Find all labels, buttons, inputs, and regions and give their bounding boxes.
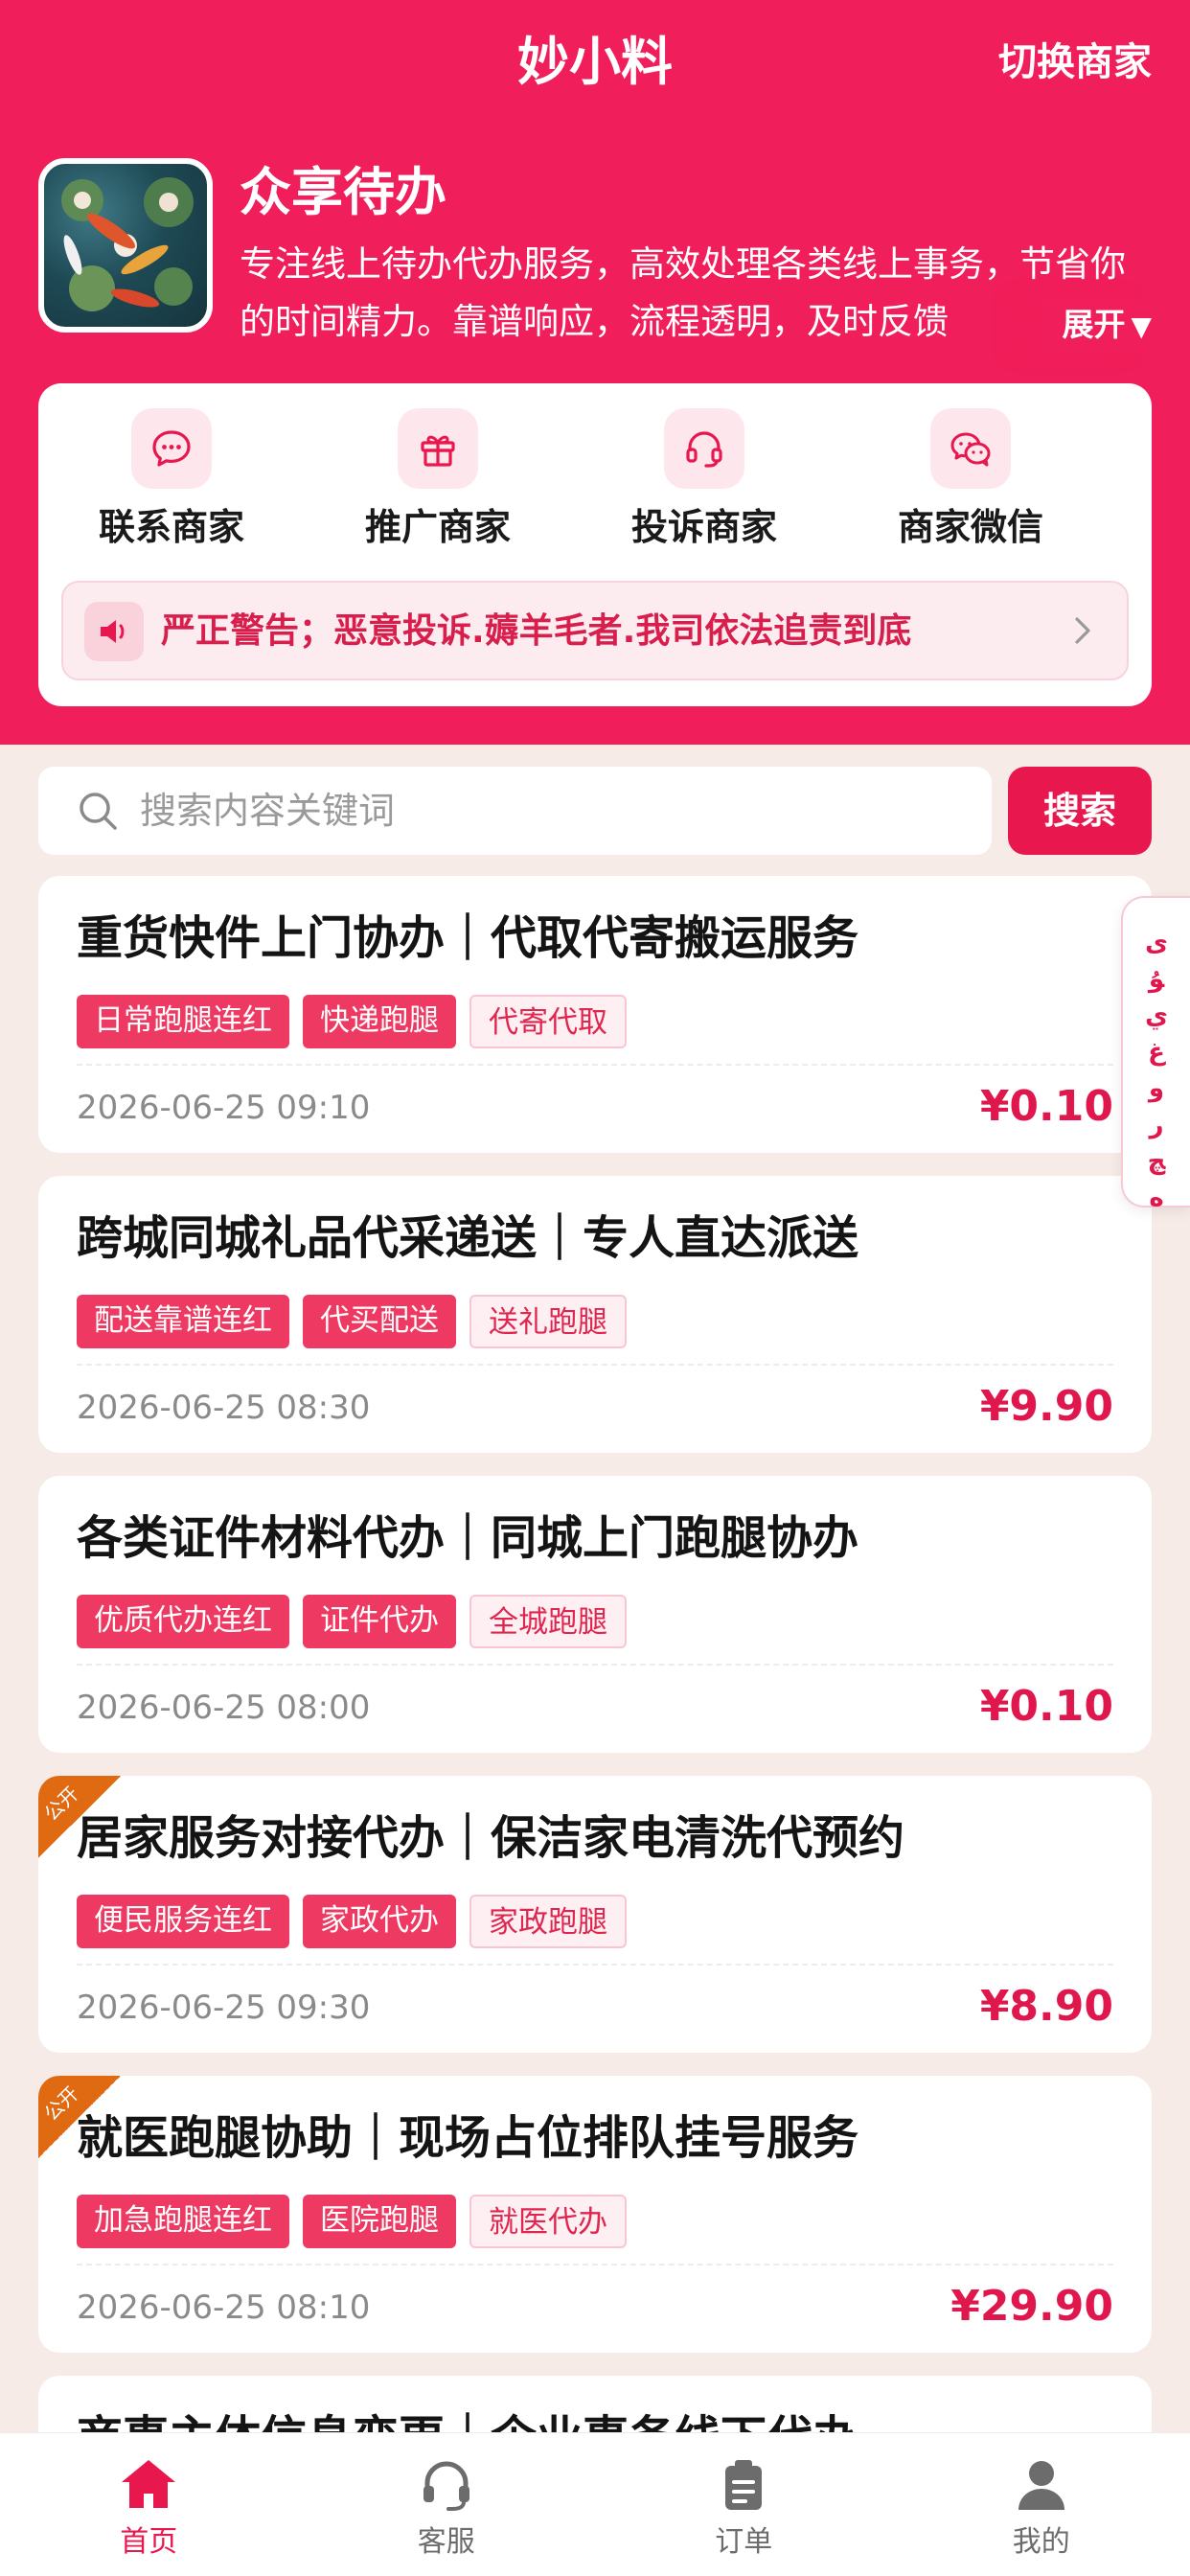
tab-label: 订单: [715, 2525, 773, 2559]
chat-bubble-icon: [131, 408, 212, 489]
side-float-glyph: ﻩ: [1149, 1184, 1164, 1212]
listing-tag: 就医代办: [469, 2195, 627, 2248]
listing-tag: 家政代办: [303, 1895, 456, 1948]
tab-orders[interactable]: 订单: [595, 2433, 893, 2576]
listing-card[interactable]: 跨城同城礼品代采递送｜专人直达派送 配送靠谱连红 代买配送 送礼跑腿 2026-…: [38, 1176, 1152, 1453]
triangle-down-icon: ▼: [1131, 310, 1152, 342]
bottom-tab-bar: 首页 客服 订单 我的: [0, 2432, 1190, 2576]
listing-time: 2026-06-25 08:10: [77, 2288, 371, 2327]
header-banner: 妙小料 切换商家 众享待办 专注线上待办代办服务，高效处理各类线上事务，节省你的…: [0, 0, 1190, 745]
side-float-glyph: ﺭ: [1149, 1111, 1164, 1139]
gift-icon: [398, 408, 478, 489]
koi-pond-image: [61, 177, 194, 311]
tab-label: 首页: [120, 2525, 178, 2559]
listing-tag: 便民服务连红: [77, 1895, 289, 1948]
listing-tag: 代寄代取: [469, 995, 627, 1048]
complain-merchant-button[interactable]: 投诉商家: [584, 408, 824, 552]
side-float-button[interactable]: ﻯ ﯘ ﻱ ﻍ ﻭ ﺭ ﭻ ﻩ: [1121, 896, 1190, 1212]
listing-price: ¥8.90: [979, 1982, 1113, 2031]
side-float-glyph: ﻯ: [1145, 929, 1168, 957]
listing-title: 跨城同城礼品代采递送｜专人直达派送: [77, 1211, 859, 1265]
listing-tags: 便民服务连红 家政代办 家政跑腿: [77, 1895, 640, 1948]
home-icon: [122, 2460, 176, 2508]
side-float-glyph: ﯘ: [1148, 965, 1165, 994]
side-float-text: ﻯ ﯘ ﻱ ﻍ ﻭ ﺭ ﭻ ﻩ: [1123, 925, 1190, 1216]
divider: [77, 1964, 1113, 1966]
listing-price: ¥0.10: [979, 1082, 1113, 1131]
listing-tag: 日常跑腿连红: [77, 995, 289, 1048]
search-button[interactable]: 搜索: [1008, 767, 1152, 855]
listing-tags: 优质代办连红 证件代办 全城跑腿: [77, 1595, 640, 1648]
divider: [77, 1064, 1113, 1066]
listing-tag: 优质代办连红: [77, 1595, 289, 1648]
listing-card[interactable]: 各类证件材料代办｜同城上门跑腿协办 优质代办连红 证件代办 全城跑腿 2026-…: [38, 1476, 1152, 1753]
merchant-wechat-button[interactable]: 商家微信: [851, 408, 1090, 552]
listing-price: ¥9.90: [979, 1382, 1113, 1431]
expand-label: 展开: [1062, 306, 1126, 343]
listing-tag: 配送靠谱连红: [77, 1295, 289, 1348]
tab-home[interactable]: 首页: [0, 2433, 298, 2576]
user-icon: [1018, 2461, 1064, 2510]
listing-time: 2026-06-25 09:30: [77, 1989, 371, 2027]
headset-icon: [423, 2461, 469, 2511]
tab-customer-service[interactable]: 客服: [298, 2433, 596, 2576]
tab-label: 客服: [417, 2525, 475, 2559]
listing-tag: 代买配送: [303, 1295, 456, 1348]
listing-card[interactable]: 公开 就医跑腿协助｜现场占位排队挂号服务 加急跑腿连红 医院跑腿 就医代办 20…: [38, 2076, 1152, 2353]
listing-card[interactable]: 公开 居家服务对接代办｜保洁家电清洗代预约 便民服务连红 家政代办 家政跑腿 2…: [38, 1776, 1152, 2053]
shop-name: 众享待办: [240, 162, 446, 222]
divider: [77, 1664, 1113, 1666]
action-label: 联系商家: [98, 506, 244, 548]
divider: [77, 1364, 1113, 1366]
listing-tag: 全城跑腿: [469, 1595, 627, 1648]
action-label: 投诉商家: [630, 506, 777, 548]
wechat-icon: [930, 408, 1011, 489]
listing-time: 2026-06-25 09:10: [77, 1089, 371, 1127]
shop-avatar: [38, 158, 213, 333]
listing-title: 重货快件上门协办｜代取代寄搬运服务: [77, 911, 859, 965]
listing-tag: 家政跑腿: [469, 1895, 627, 1948]
action-label: 商家微信: [897, 506, 1043, 548]
listing-tag: 医院跑腿: [303, 2195, 456, 2248]
listing-tags: 配送靠谱连红 代买配送 送礼跑腿: [77, 1295, 640, 1348]
divider: [77, 2264, 1113, 2266]
listing-tag: 证件代办: [303, 1595, 456, 1648]
listing-card[interactable]: 重货快件上门协办｜代取代寄搬运服务 日常跑腿连红 快递跑腿 代寄代取 2026-…: [38, 876, 1152, 1153]
listing-title: 各类证件材料代办｜同城上门跑腿协办: [77, 1511, 859, 1565]
listing-time: 2026-06-25 08:00: [77, 1689, 371, 1727]
side-float-glyph: ﻱ: [1145, 1001, 1168, 1030]
listing-tag: 加急跑腿连红: [77, 2195, 289, 2248]
search-input[interactable]: [140, 780, 964, 841]
contact-merchant-button[interactable]: 联系商家: [52, 408, 291, 552]
notice-text: 严正警告；恶意投诉.薅羊毛者.我司依法追责到底: [161, 611, 912, 651]
promote-merchant-button[interactable]: 推广商家: [318, 408, 558, 552]
merchant-actions-card: 联系商家 推广商家 投诉商家 商家微信 严正警告；恶意投诉.薅羊毛者.我司依法追…: [38, 383, 1152, 706]
side-float-glyph: ﻍ: [1148, 1038, 1165, 1067]
listing-price: ¥0.10: [979, 1682, 1113, 1731]
listing-title: 就医跑腿协助｜现场占位排队挂号服务: [77, 2111, 859, 2165]
listing-tags: 日常跑腿连红 快递跑腿 代寄代取: [77, 995, 640, 1048]
expand-description-button[interactable]: 展开 ▼: [1042, 301, 1152, 351]
side-float-glyph: ﭻ: [1147, 1147, 1166, 1176]
listing-tags: 加急跑腿连红 医院跑腿 就医代办: [77, 2195, 640, 2248]
warning-notice-bar[interactable]: 严正警告；恶意投诉.薅羊毛者.我司依法追责到底: [61, 581, 1129, 680]
search-icon: [80, 793, 117, 830]
listing-tag: 快递跑腿: [303, 995, 456, 1048]
switch-merchant-button[interactable]: 切换商家: [998, 33, 1152, 92]
headset-icon: [664, 408, 744, 489]
listing-tag: 送礼跑腿: [469, 1295, 627, 1348]
action-label: 推广商家: [364, 506, 511, 548]
speaker-icon: [84, 602, 144, 661]
listing-list: 重货快件上门协办｜代取代寄搬运服务 日常跑腿连红 快递跑腿 代寄代取 2026-…: [38, 876, 1152, 2576]
clipboard-icon: [725, 2460, 763, 2510]
shop-description: 专注线上待办代办服务，高效处理各类线上事务，节省你的时间精力。靠谱响应，流程透明…: [240, 243, 1126, 342]
listing-time: 2026-06-25 08:30: [77, 1389, 371, 1427]
chevron-right-icon: [1075, 617, 1090, 644]
listing-price: ¥29.90: [950, 2282, 1113, 2331]
listing-title: 居家服务对接代办｜保洁家电清洗代预约: [77, 1811, 905, 1865]
tab-profile[interactable]: 我的: [893, 2433, 1190, 2576]
tab-label: 我的: [1012, 2525, 1070, 2559]
side-float-glyph: ﻭ: [1148, 1074, 1165, 1103]
search-field: [38, 767, 992, 855]
